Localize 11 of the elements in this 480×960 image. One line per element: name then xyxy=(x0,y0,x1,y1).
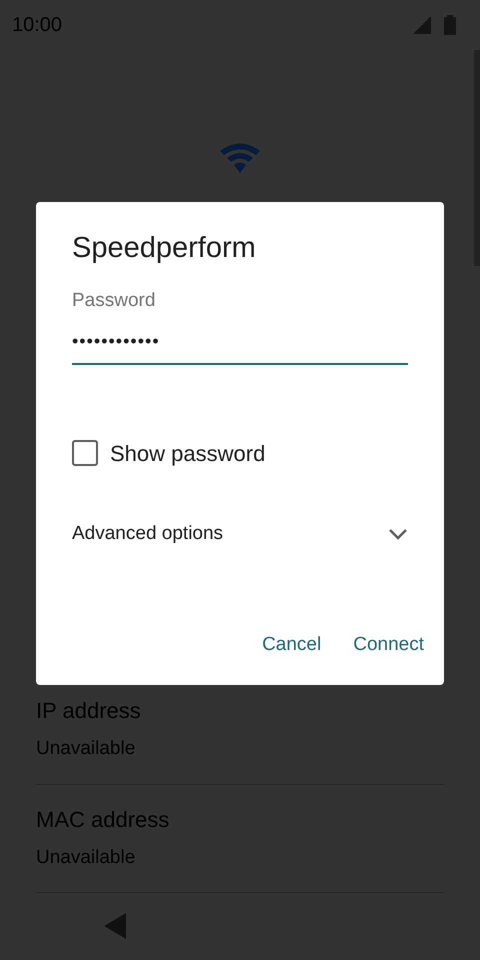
password-field[interactable]: •••••••••••• xyxy=(72,328,408,364)
signal-icon xyxy=(412,15,432,35)
dialog-button[interactable]: Connect xyxy=(341,622,436,667)
checkbox-label: Show password xyxy=(110,440,266,468)
checkbox[interactable] xyxy=(72,440,98,466)
wifi-icon xyxy=(218,142,262,174)
battery-icon xyxy=(444,15,456,35)
dialog-title: Speedperform xyxy=(72,234,257,263)
advanced-options-row[interactable]: Advanced options xyxy=(72,520,408,548)
dialog-button[interactable]: Cancel xyxy=(250,622,334,667)
field-label: Password xyxy=(72,289,156,313)
